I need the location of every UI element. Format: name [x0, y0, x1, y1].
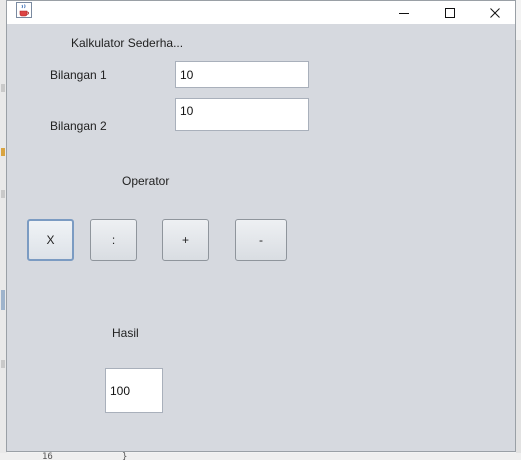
multiply-button[interactable]: X: [27, 219, 74, 261]
background-line-number: 16: [42, 452, 53, 460]
heading-label: Kalkulator Sederha...: [71, 36, 184, 50]
divide-button[interactable]: :: [90, 219, 137, 261]
calculator-window: Kalkulator Sederha... Bilangan 1 Bilanga…: [6, 0, 516, 452]
maximize-icon: [445, 7, 455, 18]
bilangan2-input[interactable]: [175, 98, 309, 131]
hasil-output[interactable]: [105, 368, 163, 413]
background-ide-edge-right: [516, 40, 521, 453]
background-fragment: [1, 84, 5, 92]
minimize-button[interactable]: [381, 1, 427, 24]
subtract-button[interactable]: -: [235, 219, 287, 261]
add-button[interactable]: +: [162, 219, 209, 261]
background-fragment: [1, 190, 5, 198]
title-bar[interactable]: [7, 1, 515, 24]
background-fragment: [1, 148, 5, 156]
background-ide-bottom: [0, 453, 521, 460]
hasil-label: Hasil: [112, 326, 139, 340]
background-fragment: [1, 360, 5, 368]
close-button[interactable]: [473, 1, 517, 24]
desktop-background: 16 } Kalkulator Sederha... Bilangan 1 10…: [0, 0, 521, 460]
close-icon: [490, 7, 500, 18]
background-brace: }: [122, 452, 128, 460]
background-fragment: [1, 290, 5, 310]
bilangan1-input[interactable]: [175, 61, 309, 88]
bilangan2-label: Bilangan 2: [50, 119, 107, 133]
operator-label: Operator: [122, 174, 170, 188]
maximize-button[interactable]: [427, 1, 473, 24]
bilangan1-label: Bilangan 1: [50, 68, 107, 82]
java-coffee-icon: [16, 2, 32, 18]
minimize-icon: [399, 12, 409, 14]
